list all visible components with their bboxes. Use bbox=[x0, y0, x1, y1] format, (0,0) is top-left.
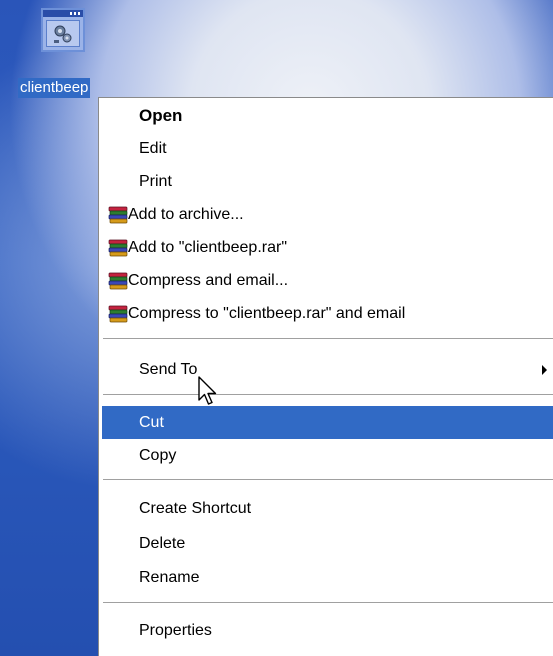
desktop-icon-label[interactable]: clientbeep bbox=[18, 78, 91, 98]
menu-separator bbox=[103, 602, 553, 603]
menu-item-add-to-rar[interactable]: Add to "clientbeep.rar" bbox=[102, 231, 553, 264]
menu-item-send-to[interactable]: Send To bbox=[102, 353, 553, 386]
menu-separator bbox=[103, 338, 553, 339]
menu-item-open[interactable]: Open bbox=[102, 99, 553, 132]
menu-item-print[interactable]: Print bbox=[102, 165, 553, 198]
submenu-arrow-icon bbox=[542, 364, 547, 375]
menu-item-add-to-archive[interactable]: Add to archive... bbox=[102, 198, 553, 231]
menu-item-rename[interactable]: Rename bbox=[102, 561, 553, 594]
menu-separator bbox=[103, 394, 553, 395]
menu-item-compress-to-rar-and-email[interactable]: Compress to "clientbeep.rar" and email bbox=[102, 297, 553, 330]
menu-item-properties[interactable]: Properties bbox=[102, 614, 553, 647]
menu-item-cut[interactable]: Cut bbox=[102, 406, 553, 439]
winrar-books-icon bbox=[108, 205, 128, 225]
menu-item-copy[interactable]: Copy bbox=[102, 439, 553, 472]
menu-item-delete[interactable]: Delete bbox=[102, 527, 553, 560]
menu-item-compress-and-email[interactable]: Compress and email... bbox=[102, 264, 553, 297]
menu-item-create-shortcut[interactable]: Create Shortcut bbox=[102, 492, 553, 525]
arrow-cursor-icon bbox=[197, 376, 219, 408]
winrar-books-icon bbox=[108, 238, 128, 258]
context-menu: Open Edit Print Add to archive... Add to… bbox=[98, 97, 553, 656]
application-gear-icon bbox=[41, 8, 85, 52]
menu-item-edit[interactable]: Edit bbox=[102, 132, 553, 165]
winrar-books-icon bbox=[108, 304, 128, 324]
winrar-books-icon bbox=[108, 271, 128, 291]
menu-separator bbox=[103, 479, 553, 480]
